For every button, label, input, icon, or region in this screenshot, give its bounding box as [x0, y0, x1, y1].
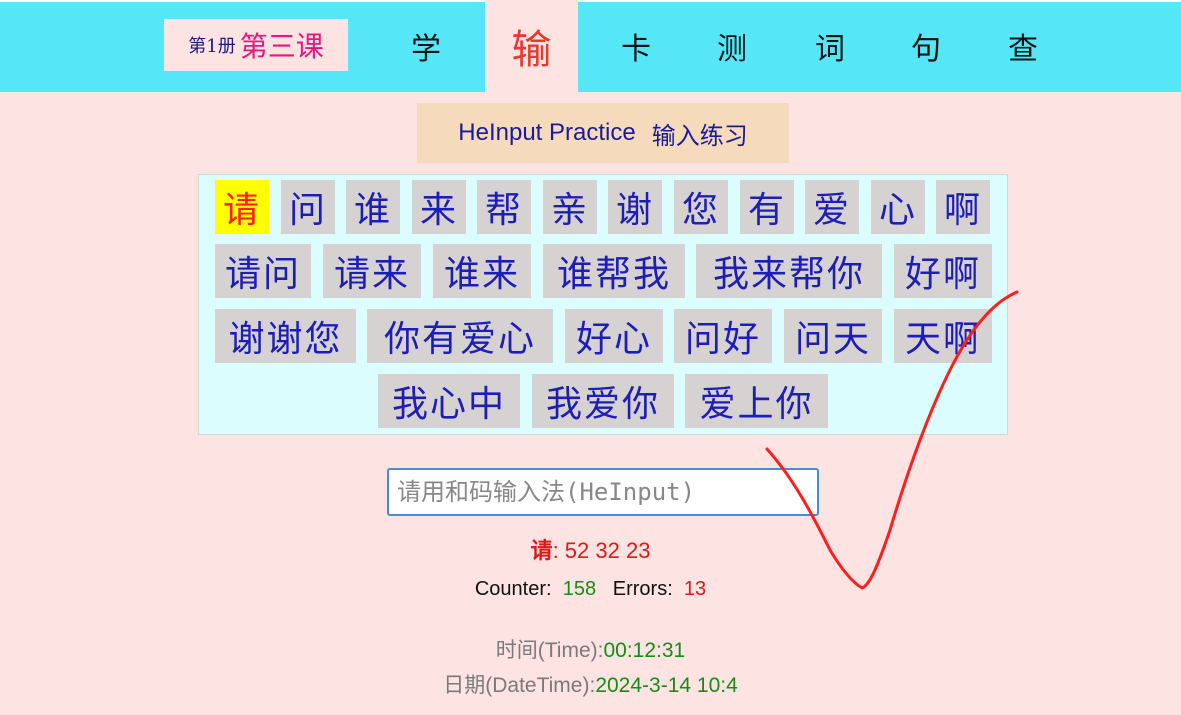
time-value: 00:12:31 — [603, 639, 686, 662]
book-label: 第1册 — [188, 36, 236, 57]
tab-sentences[interactable]: 句 — [878, 0, 974, 92]
word-tile[interactable]: 我来帮你 — [696, 244, 882, 298]
tab-input[interactable]: 输 — [485, 0, 578, 92]
char-tile[interactable]: 您 — [674, 180, 728, 234]
char-tile[interactable]: 谢 — [608, 180, 662, 234]
word-tile[interactable]: 你有爱心 — [367, 309, 553, 363]
date-value: 2024-3-14 10:4 — [595, 674, 738, 697]
errors-value: 13 — [683, 578, 707, 600]
word-tile[interactable]: 我心中 — [378, 374, 520, 428]
time-line: 时间(Time):00:12:31 — [0, 634, 1181, 664]
char-tile[interactable]: 有 — [740, 180, 794, 234]
word-tile[interactable]: 谁来 — [433, 244, 531, 298]
tab-test[interactable]: 测 — [684, 0, 780, 92]
title-chinese: 输入练习 — [651, 121, 748, 150]
char-tile[interactable]: 心 — [871, 180, 925, 234]
word-tile[interactable]: 好啊 — [894, 244, 992, 298]
char-tile[interactable]: 啊 — [936, 180, 990, 234]
errors-label: Errors: — [612, 578, 673, 600]
tab-words[interactable]: 词 — [782, 0, 878, 92]
char-tile[interactable]: 帮 — [477, 180, 531, 234]
char-tile[interactable]: 爱 — [805, 180, 859, 234]
char-tile[interactable]: 亲 — [543, 180, 597, 234]
char-tile[interactable]: 来 — [412, 180, 466, 234]
word-tile[interactable]: 谢谢您 — [215, 309, 356, 363]
tab-learn[interactable]: 学 — [378, 0, 474, 92]
word-tile[interactable]: 问天 — [784, 309, 882, 363]
char-tile[interactable]: 谁 — [346, 180, 400, 234]
code-hint: 请: 52 32 23 — [0, 533, 1181, 565]
practice-title: HeInput Practice 输入练习 — [417, 103, 789, 163]
date-line: 日期(DateTime):2024-3-14 10:4 — [0, 669, 1181, 699]
code-hint-char: 请 — [530, 539, 553, 564]
char-tile[interactable]: 问 — [281, 180, 335, 234]
word-tile[interactable]: 请问 — [215, 244, 311, 298]
word-tile[interactable]: 爱上你 — [685, 374, 828, 428]
lesson-badge[interactable]: 第1册 第三课 — [164, 19, 348, 71]
word-tile[interactable]: 好心 — [565, 309, 663, 363]
time-label: 时间(Time): — [495, 639, 604, 662]
word-tile[interactable]: 谁帮我 — [543, 244, 685, 298]
word-tile[interactable]: 我爱你 — [532, 374, 674, 428]
code-hint-codes: : 52 32 23 — [552, 538, 651, 563]
title-english: HeInput Practice — [458, 119, 636, 146]
stats-line: Counter: 158 Errors: 13 — [0, 578, 1181, 601]
char-tile[interactable]: 请 — [215, 180, 269, 234]
lesson-label: 第三课 — [239, 30, 324, 63]
date-label: 日期(DateTime): — [443, 674, 596, 697]
counter-value: 158 — [562, 578, 597, 600]
counter-label: Counter: — [474, 578, 552, 600]
tab-card[interactable]: 卡 — [588, 0, 684, 92]
ime-input[interactable] — [387, 468, 819, 516]
word-tile[interactable]: 天啊 — [894, 309, 992, 363]
word-tile[interactable]: 请来 — [323, 244, 421, 298]
tab-lookup[interactable]: 查 — [975, 0, 1071, 92]
word-tile[interactable]: 问好 — [674, 309, 772, 363]
